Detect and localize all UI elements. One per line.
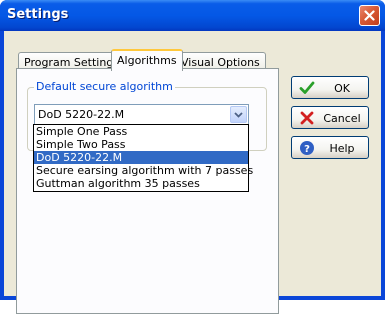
tab-algorithms[interactable]: Algorithms [111, 49, 183, 71]
close-button[interactable] [359, 5, 380, 26]
option-simple-one-pass[interactable]: Simple One Pass [34, 125, 248, 138]
group-label: Default secure algorithm [34, 80, 175, 93]
help-label: Help [329, 142, 355, 155]
help-icon: ? [300, 141, 314, 155]
settings-window: Settings Program Settings Algorithms Vis… [0, 0, 385, 314]
title-bar[interactable]: Settings [0, 0, 385, 31]
checkmark-icon [299, 81, 315, 94]
dropdown-button[interactable] [230, 106, 247, 123]
ok-button[interactable]: OK [291, 76, 369, 99]
ok-label: OK [334, 82, 350, 95]
algorithm-select-value: DoD 5220-22.M [38, 108, 125, 121]
option-guttman-35-passes[interactable]: Guttman algorithm 35 passes [34, 177, 248, 190]
option-dod-5220-22m[interactable]: DoD 5220-22.M [34, 151, 248, 164]
chevron-down-icon [234, 111, 243, 118]
x-icon [300, 111, 314, 125]
option-secure-erasing-7-passes[interactable]: Secure earsing algorithm with 7 passes [34, 164, 253, 177]
cancel-label: Cancel [323, 112, 361, 125]
algorithm-dropdown-list: Simple One Pass Simple Two Pass DoD 5220… [33, 124, 253, 192]
cancel-button[interactable]: Cancel [291, 106, 369, 129]
svg-text:?: ? [304, 144, 310, 155]
option-simple-two-pass[interactable]: Simple Two Pass [34, 138, 248, 151]
close-icon [364, 10, 375, 21]
help-button[interactable]: ? Help [291, 136, 369, 159]
window-title: Settings [7, 7, 69, 22]
algorithm-select[interactable]: DoD 5220-22.M [34, 104, 249, 125]
